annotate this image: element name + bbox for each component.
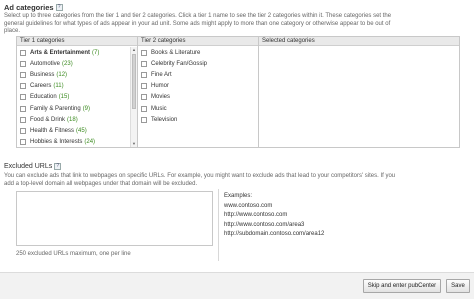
tier2-item[interactable]: Fine Art xyxy=(138,69,258,80)
tier2-column: Tier 2 categories Books & Literature Cel… xyxy=(138,37,259,147)
category-picker: Tier 1 categories Arts & Entertainment (7… xyxy=(16,36,460,148)
ad-categories-heading: Ad categories ? xyxy=(4,3,63,12)
tier1-item[interactable]: Education (15) xyxy=(17,92,130,103)
tier2-item[interactable]: Music xyxy=(138,103,258,114)
ad-categories-description: Select up to three categories from the t… xyxy=(4,13,392,34)
checkbox[interactable] xyxy=(20,127,26,134)
tier1-item[interactable]: Arts & Entertainment (7) xyxy=(17,47,130,58)
tier1-list: Arts & Entertainment (7) Automotive (23) B… xyxy=(17,47,130,147)
tier1-item[interactable]: Business (12) xyxy=(17,69,130,80)
tier1-scrollbar[interactable]: ▲ ▼ xyxy=(130,47,137,147)
tier1-item[interactable]: Hobbies & Interests (24) xyxy=(17,137,130,148)
excluded-urls-title: Excluded URLs xyxy=(4,163,53,170)
checkbox[interactable] xyxy=(141,105,147,112)
checkbox[interactable] xyxy=(20,94,26,101)
tier2-header: Tier 2 categories xyxy=(138,37,258,46)
tier1-item[interactable]: Automotive (23) xyxy=(17,58,130,69)
max-urls-note: 250 excluded URLs maximum, one per line xyxy=(16,251,131,257)
example-url: http://subdomain.contoso.com/area12 xyxy=(224,231,325,238)
checkbox[interactable] xyxy=(141,83,147,90)
tier2-item[interactable]: Movies xyxy=(138,92,258,103)
examples-panel: Examples: www.contoso.com http://www.con… xyxy=(224,192,324,240)
checkbox[interactable] xyxy=(141,116,147,123)
checkbox[interactable] xyxy=(20,105,26,112)
selected-column: Selected categories xyxy=(259,37,459,147)
checkbox[interactable] xyxy=(20,71,26,78)
help-icon[interactable]: ? xyxy=(55,4,63,11)
selected-list xyxy=(259,47,459,147)
tier1-header: Tier 1 categories xyxy=(17,37,137,46)
checkbox[interactable] xyxy=(20,116,26,123)
footer-bar: Skip and enter pubCenter Save xyxy=(0,272,474,299)
example-url: http://www.contoso.com xyxy=(224,212,288,219)
example-url: http://www.contoso.com/area3 xyxy=(224,221,305,228)
ad-categories-title: Ad categories xyxy=(4,3,54,12)
save-button[interactable]: Save xyxy=(446,279,470,293)
tier2-item[interactable]: Celebrity Fan/Gossip xyxy=(138,58,258,69)
tier2-item[interactable]: Humor xyxy=(138,81,258,92)
tier2-item[interactable]: Television xyxy=(138,114,258,125)
selected-header: Selected categories xyxy=(259,37,459,46)
excluded-urls-heading: Excluded URLs ? xyxy=(4,163,62,170)
checkbox[interactable] xyxy=(141,94,147,101)
checkbox[interactable] xyxy=(20,60,26,67)
tier1-item[interactable]: Careers (11) xyxy=(17,81,130,92)
tier2-list: Books & Literature Celebrity Fan/Gossip … xyxy=(138,47,258,147)
examples-title: Examples: xyxy=(224,193,253,199)
checkbox[interactable] xyxy=(20,83,26,90)
scroll-down-icon[interactable]: ▼ xyxy=(131,141,137,147)
checkbox[interactable] xyxy=(141,71,147,78)
tier1-column: Tier 1 categories Arts & Entertainment (7… xyxy=(17,37,138,147)
tier1-item[interactable]: Health & Fitness (45) xyxy=(17,125,130,136)
scroll-up-icon[interactable]: ▲ xyxy=(131,47,137,53)
excluded-urls-description: You can exclude ads that link to webpage… xyxy=(4,173,396,187)
checkbox[interactable] xyxy=(141,60,147,67)
help-icon[interactable]: ? xyxy=(54,163,62,170)
excluded-urls-input[interactable] xyxy=(16,191,213,246)
tier1-item[interactable]: Food & Drink (18) xyxy=(17,114,130,125)
checkbox[interactable] xyxy=(141,49,147,56)
checkbox[interactable] xyxy=(20,49,26,56)
example-url: www.contoso.com xyxy=(224,202,273,209)
skip-button[interactable]: Skip and enter pubCenter xyxy=(363,279,441,293)
scroll-thumb[interactable] xyxy=(132,54,136,109)
tier1-item[interactable]: Family & Parenting (9) xyxy=(17,103,130,114)
checkbox[interactable] xyxy=(20,139,26,146)
divider xyxy=(218,189,219,261)
tier2-item[interactable]: Books & Literature xyxy=(138,47,258,58)
